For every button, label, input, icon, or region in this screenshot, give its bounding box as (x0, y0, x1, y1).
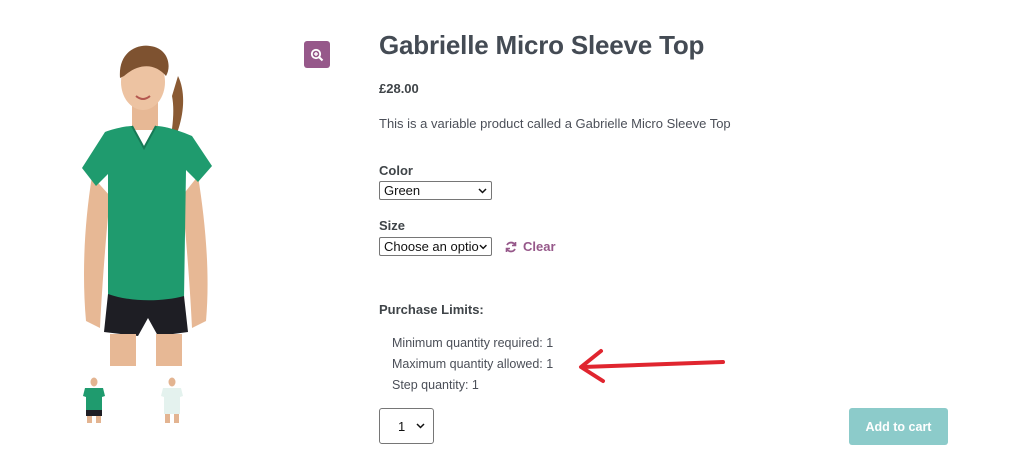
green-top-thumbnail (83, 377, 105, 423)
white-top-thumbnail (161, 377, 183, 423)
chevron-down-icon (479, 244, 487, 249)
red-arrow-icon (579, 349, 725, 383)
product-main-image[interactable] (60, 36, 230, 366)
size-select-value: Choose an option (384, 239, 479, 254)
chevron-down-icon (416, 423, 425, 429)
clear-variations-link[interactable]: Clear (505, 239, 556, 254)
product-description: This is a variable product called a Gabr… (379, 116, 731, 131)
chevron-down-icon (478, 187, 487, 194)
max-quantity-text: Maximum quantity allowed: 1 (392, 357, 554, 371)
purchase-limits-title: Purchase Limits: (379, 302, 484, 317)
min-quantity-text: Minimum quantity required: 1 (392, 336, 554, 350)
size-select[interactable]: Choose an option (379, 237, 492, 256)
product-title: Gabrielle Micro Sleeve Top (379, 30, 705, 60)
refresh-icon (505, 241, 517, 252)
step-quantity-text: Step quantity: 1 (392, 378, 479, 392)
color-select[interactable]: Green (379, 181, 492, 200)
add-to-cart-button[interactable]: Add to cart (849, 408, 948, 445)
color-label: Color (379, 163, 413, 178)
quantity-value: 1 (398, 418, 406, 434)
zoom-in-icon (310, 48, 324, 61)
woman-green-tshirt-image (82, 45, 212, 366)
clear-label: Clear (523, 239, 556, 254)
product-price: £28.00 (379, 81, 419, 96)
thumbnail-green-top[interactable] (77, 376, 111, 424)
color-select-value: Green (384, 183, 421, 198)
thumbnail-white-top[interactable] (155, 376, 189, 424)
size-label: Size (379, 218, 406, 233)
quantity-select[interactable]: 1 (379, 408, 434, 444)
zoom-button[interactable] (304, 41, 330, 68)
